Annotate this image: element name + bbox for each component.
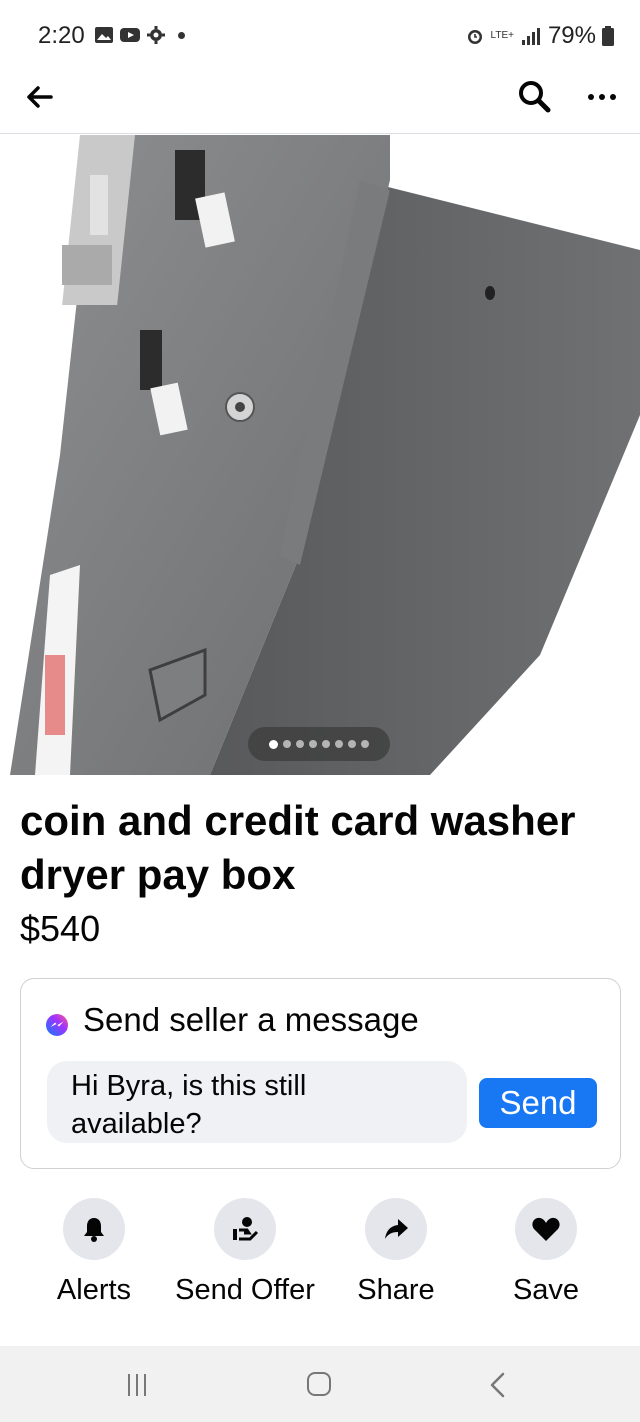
notification-icons <box>94 25 185 45</box>
top-nav <box>0 70 640 134</box>
save-button[interactable]: Save <box>456 1198 636 1307</box>
message-input[interactable]: Hi Byra, is this still available? <box>47 1061 467 1143</box>
message-card-title: Send seller a message <box>83 1001 419 1038</box>
battery-icon <box>602 26 614 46</box>
youtube-icon <box>120 28 140 42</box>
offer-hand-icon <box>233 1217 259 1241</box>
message-seller-card: Send seller a message Hi Byra, is this s… <box>20 978 621 1169</box>
listing-price: $540 <box>20 908 101 949</box>
status-time: 2:20 <box>38 22 85 49</box>
carousel-indicator[interactable] <box>248 727 390 761</box>
send-offer-label: Send Offer <box>175 1274 315 1306</box>
system-nav-bar <box>0 1346 640 1422</box>
save-label: Save <box>512 1274 580 1306</box>
more-icon <box>588 94 594 100</box>
status-bar: 2:20 LTE+ 79% <box>0 0 640 70</box>
carousel-dot <box>361 740 369 748</box>
carousel-dot <box>322 740 330 748</box>
carousel-dot <box>296 740 304 748</box>
share-arrow-icon <box>385 1219 408 1239</box>
status-right: LTE+ 79% <box>465 22 614 50</box>
battery-text: 79% <box>547 22 596 49</box>
listing-title: coin and credit card washer dryer pay bo… <box>20 797 576 898</box>
carousel-dot <box>348 740 356 748</box>
search-icon <box>519 81 551 113</box>
more-notifications-dot <box>178 31 185 39</box>
send-button[interactable]: Send <box>479 1078 597 1128</box>
back-button[interactable] <box>22 80 56 114</box>
alerts-label: Alerts <box>56 1274 132 1306</box>
messenger-icon <box>46 1014 68 1036</box>
alarm-icon <box>467 30 482 44</box>
lte-label: LTE+ <box>490 30 514 41</box>
carousel-dot <box>309 740 317 748</box>
pay-box-image <box>10 135 640 775</box>
back-arrow-icon <box>27 86 53 108</box>
system-back-button[interactable] <box>486 1372 510 1398</box>
share-label: Share <box>357 1274 435 1306</box>
bell-icon <box>84 1218 104 1242</box>
action-row: Alerts Send Offer Share Save <box>0 1198 640 1318</box>
home-button[interactable] <box>307 1372 331 1396</box>
carousel-dot <box>335 740 343 748</box>
carousel-dot <box>269 739 278 749</box>
heart-icon <box>532 1217 560 1241</box>
signal-icon <box>521 28 540 45</box>
more-button[interactable] <box>582 78 622 116</box>
search-button[interactable] <box>516 78 554 116</box>
product-photo[interactable] <box>0 135 640 775</box>
settings-icon <box>147 26 165 44</box>
gallery-icon <box>95 27 113 43</box>
carousel-dot <box>283 740 291 748</box>
recent-apps-button[interactable] <box>128 1374 152 1396</box>
message-card-header: Send seller a message <box>45 1001 419 1039</box>
